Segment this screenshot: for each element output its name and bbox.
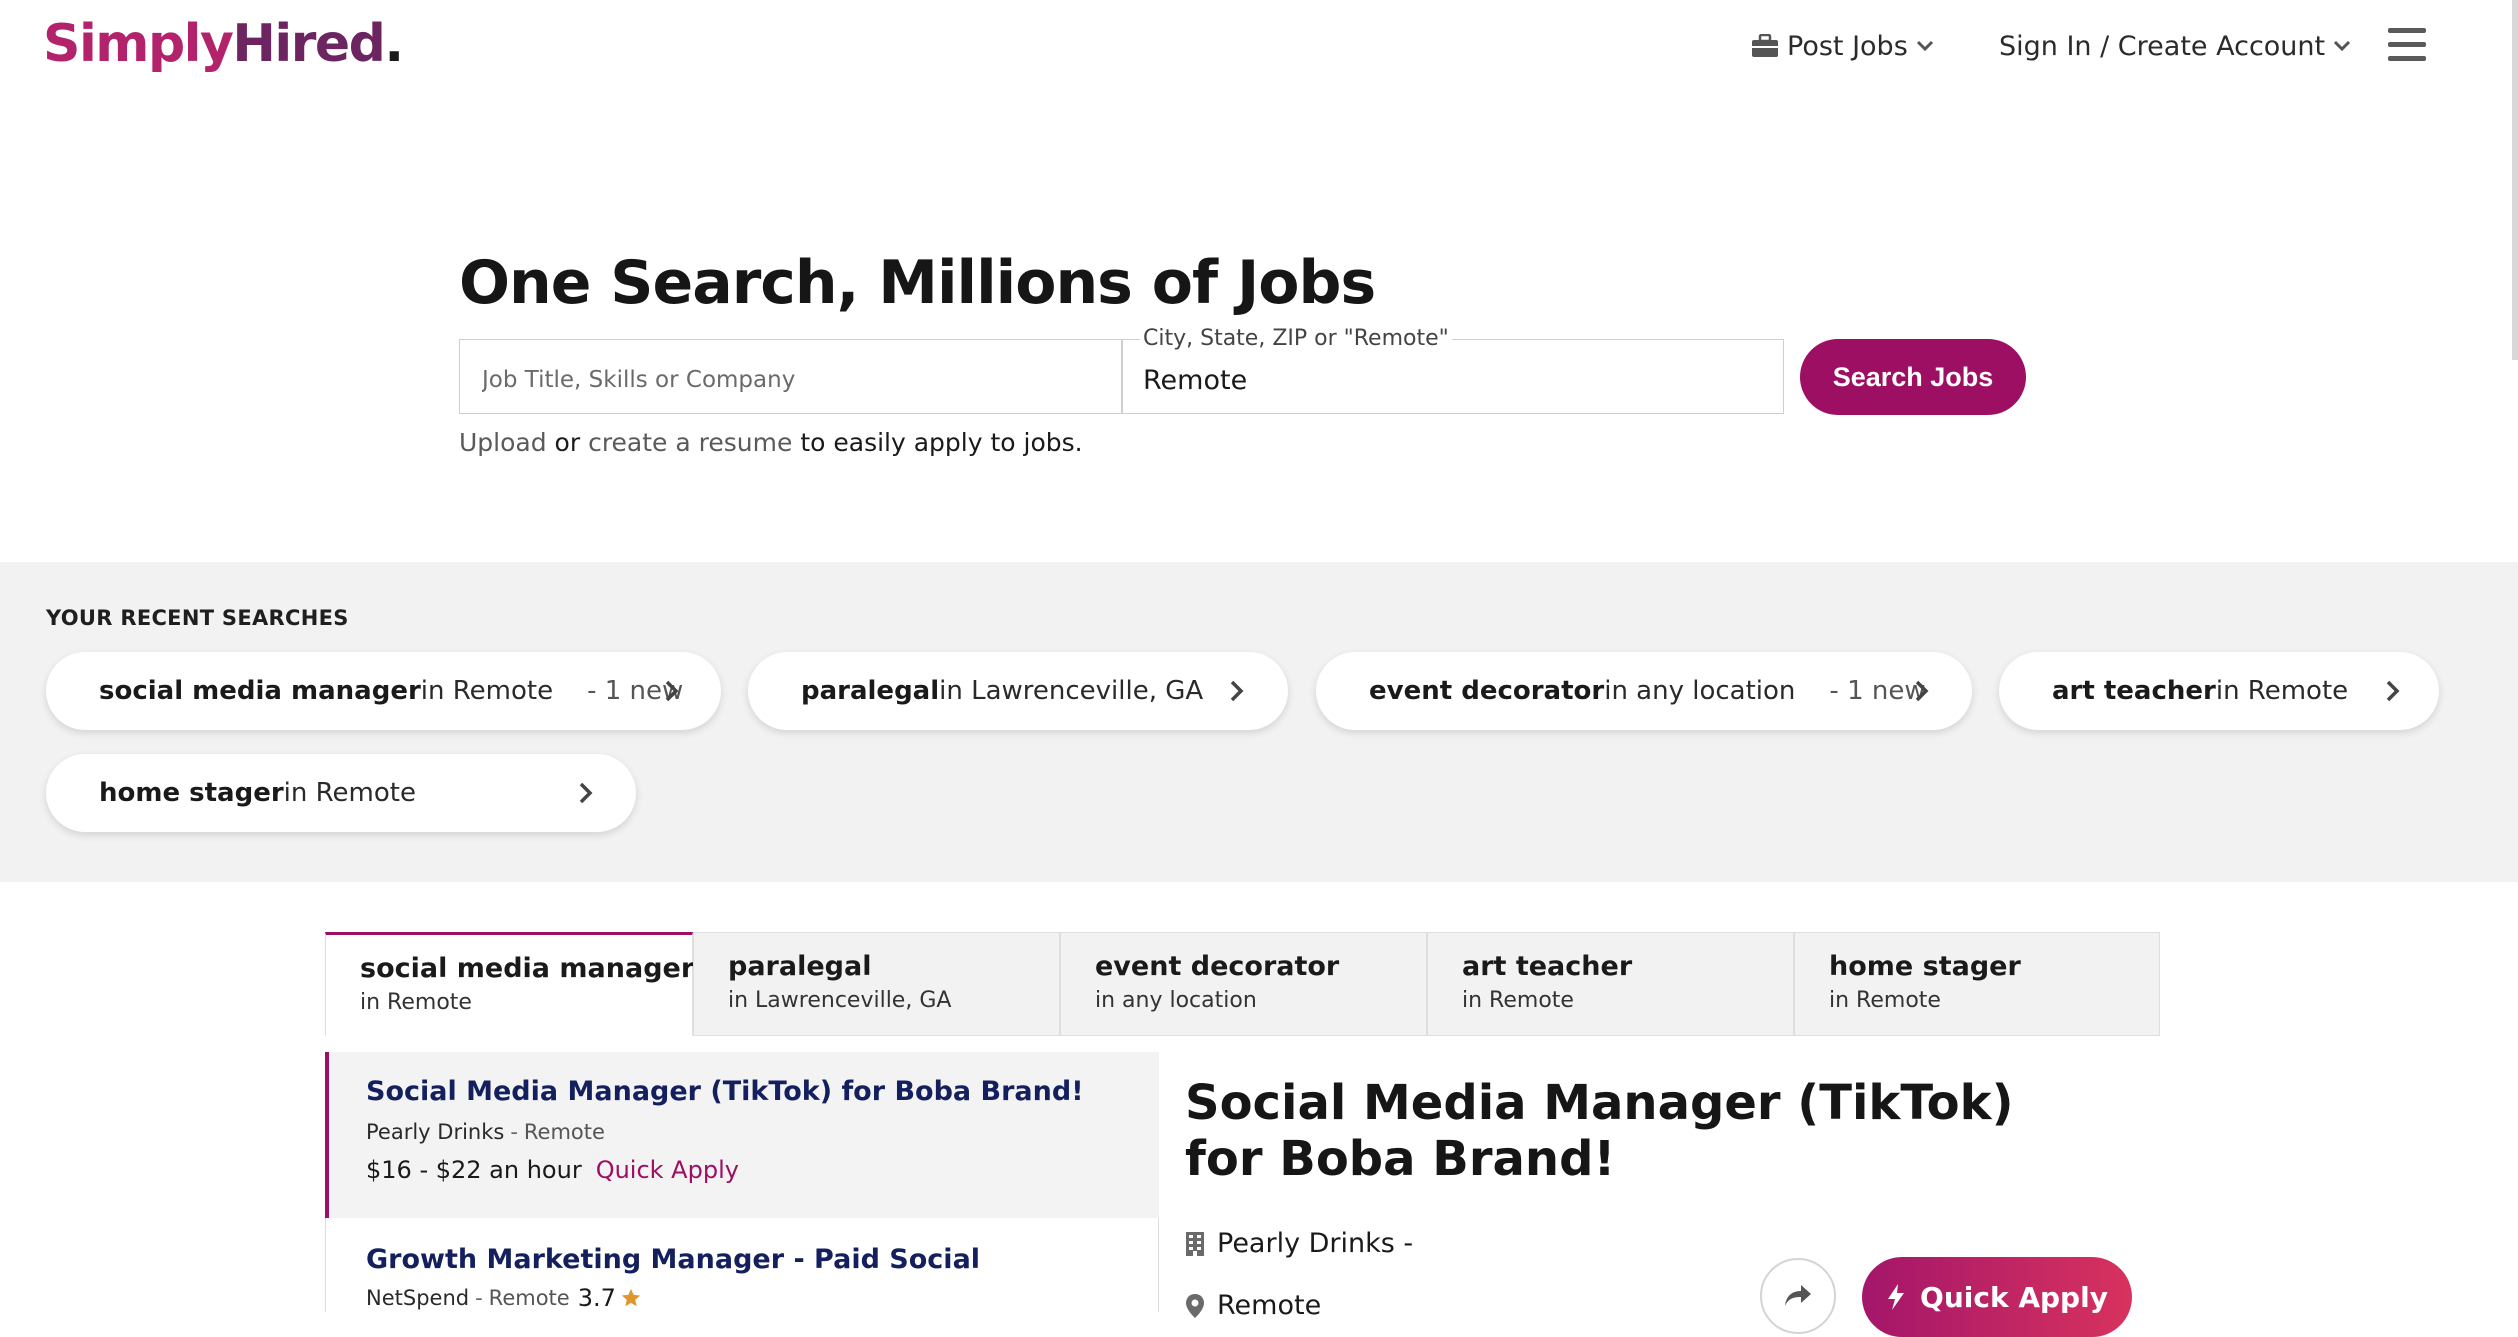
chevron-right-icon [1230,680,1244,702]
job-title-link[interactable]: Social Media Manager (TikTok) for Boba B… [366,1076,1084,1107]
job-card[interactable]: Growth Marketing Manager - Paid Social N… [325,1218,1159,1312]
page-scrollbar[interactable] [2512,0,2518,360]
tab-location: in Remote [1829,988,1941,1013]
logo-dot: . [384,14,404,74]
tab-location: in Lawrenceville, GA [728,988,952,1013]
quick-apply-button[interactable]: Quick Apply [1862,1257,2132,1337]
quick-apply-tag: Quick Apply [595,1156,739,1184]
resume-prompt: Upload or create a resume to easily appl… [459,428,1083,457]
sign-in-label: Sign In / Create Account [1999,30,2326,62]
job-card-selected[interactable]: Social Media Manager (TikTok) for Boba B… [325,1052,1159,1218]
job-meta: Pearly Drinks - Remote [366,1120,605,1144]
chip-query: paralegal [801,676,940,706]
chevron-right-icon [665,680,679,702]
recent-search-chip[interactable]: event decorator in any location - 1 new [1316,652,1972,730]
location-field-label: City, State, ZIP or "Remote" [1140,326,1452,351]
upload-tail-text: to easily apply to jobs. [792,428,1083,457]
job-company: NetSpend [366,1286,470,1310]
tab-query: paralegal [728,951,872,982]
chevron-right-icon [2386,680,2400,702]
job-title-field[interactable] [459,339,1122,414]
star-icon [621,1288,641,1307]
tab-query: home stager [1829,951,2021,982]
upload-or-text: or [546,428,589,457]
tab-location: in any location [1095,988,1257,1013]
job-location: Remote [488,1286,570,1310]
tab-query: social media manager [360,953,695,984]
lightning-icon [1888,1284,1905,1310]
job-detail-title: Social Media Manager (TikTok) for Boba B… [1185,1075,2014,1187]
post-jobs-label: Post Jobs [1787,30,1908,62]
chevron-right-icon [579,782,593,804]
job-meta-separator: - [510,1120,518,1144]
chip-query: art teacher [2052,676,2216,706]
create-resume-link[interactable]: create a resume [588,428,792,457]
job-detail-company: Pearly Drinks - [1185,1228,1413,1259]
chip-query: event decorator [1369,676,1605,706]
chip-location: in Remote [420,676,554,706]
post-jobs-menu[interactable]: Post Jobs [1751,26,1934,66]
recent-search-chip[interactable]: art teacher in Remote [1999,652,2439,730]
chevron-right-icon [1915,680,1929,702]
simplyhired-logo[interactable]: SimplyHired. [43,14,404,74]
building-icon [1186,1231,1204,1256]
share-icon [1785,1285,1811,1306]
job-location: Remote [523,1120,605,1144]
chip-query: social media manager [99,676,421,706]
chip-query: home stager [99,778,284,808]
tab-query: event decorator [1095,951,1340,982]
recent-search-chip[interactable]: social media manager in Remote - 1 new [46,652,721,730]
tab-home-stager[interactable]: home stager in Remote [1794,932,2160,1036]
quick-apply-label: Quick Apply [1920,1280,2108,1314]
upload-resume-link[interactable]: Upload [459,428,547,457]
tab-location: in Remote [360,990,472,1015]
hamburger-menu-icon[interactable] [2388,24,2426,64]
job-meta: NetSpend - Remote 3.7 [366,1284,642,1312]
page-headline: One Search, Millions of Jobs [459,248,1376,318]
job-company: Pearly Drinks [366,1120,505,1144]
job-pay: $16 - $22 an hour [366,1156,582,1184]
recent-search-chip[interactable]: paralegal in Lawrenceville, GA [748,652,1288,730]
recent-searches-title: YOUR RECENT SEARCHES [46,606,349,630]
job-detail-location: Remote [1185,1290,1321,1321]
sign-in-menu[interactable]: Sign In / Create Account [1999,26,2351,66]
chip-new-badge: - 1 new [1829,676,1926,706]
tab-paralegal[interactable]: paralegal in Lawrenceville, GA [693,932,1060,1036]
chevron-down-icon [2334,40,2351,52]
job-pay-row: $16 - $22 an hour Quick Apply [366,1156,739,1184]
logo-text-simply: Simply [43,14,234,74]
recent-search-chip[interactable]: home stager in Remote [46,754,636,832]
chip-location: in Lawrenceville, GA [939,676,1204,706]
logo-text-hired: Hired [232,14,385,74]
job-meta-separator: - [475,1286,483,1310]
job-detail-company-name: Pearly Drinks - [1217,1228,1414,1259]
job-title-link[interactable]: Growth Marketing Manager - Paid Social [366,1244,980,1275]
chip-location: in Remote [283,778,416,808]
search-jobs-button[interactable]: Search Jobs [1800,339,2026,415]
company-rating: 3.7 [577,1284,616,1312]
tab-art-teacher[interactable]: art teacher in Remote [1427,932,1794,1036]
chip-location: in any location [1604,676,1796,706]
job-detail-location-text: Remote [1217,1290,1322,1321]
tab-query: art teacher [1462,951,1633,982]
location-pin-icon [1186,1293,1204,1318]
tab-event-decorator[interactable]: event decorator in any location [1060,932,1427,1036]
chevron-down-icon [1916,40,1933,52]
share-button[interactable] [1760,1258,1836,1334]
tab-location: in Remote [1462,988,1574,1013]
chip-location: in Remote [2215,676,2349,706]
briefcase-icon [1752,34,1778,57]
tab-social-media-manager[interactable]: social media manager in Remote [325,932,695,1036]
job-title-input[interactable] [460,340,1121,413]
